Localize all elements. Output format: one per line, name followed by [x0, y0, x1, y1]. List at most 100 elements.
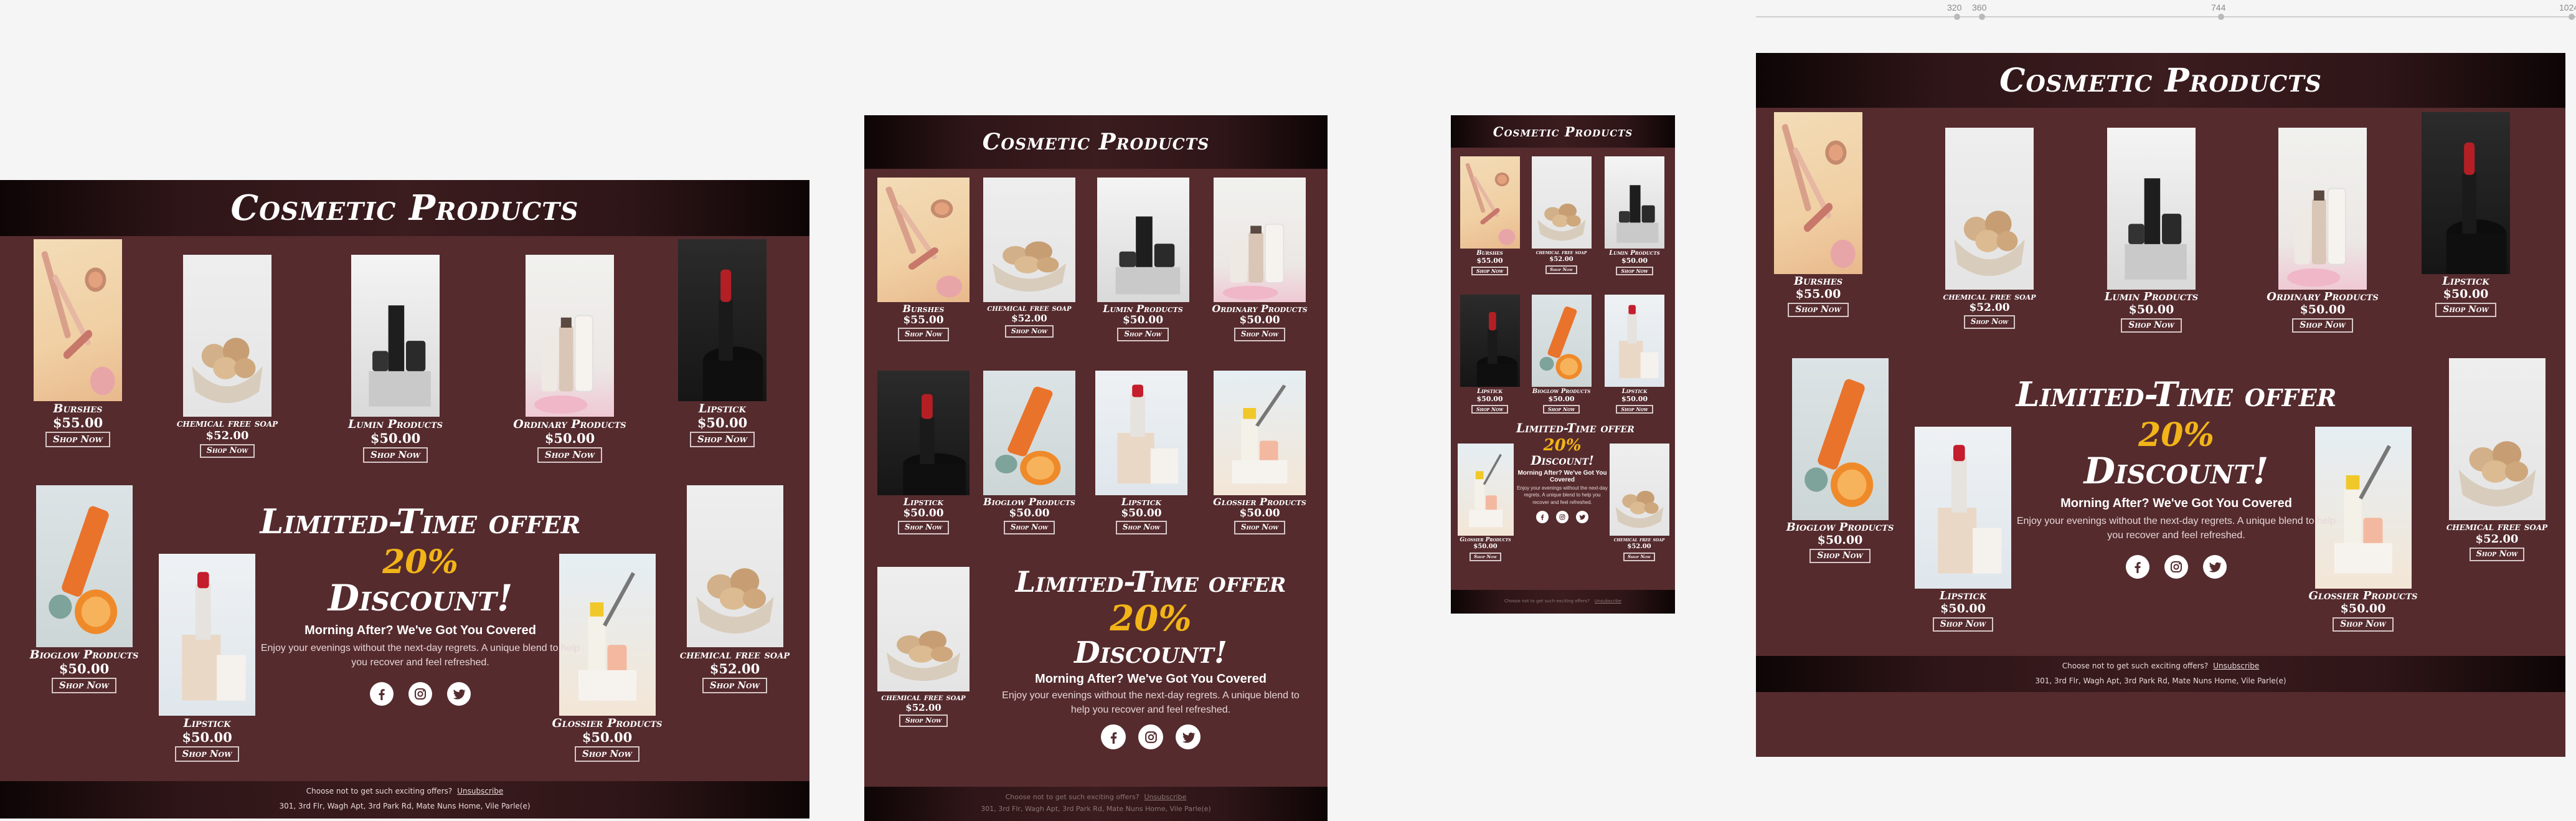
shop-now-button[interactable]: Shop Now: [199, 444, 255, 458]
preview-laptop: Cosmetic Products Choose not to get such…: [1756, 53, 2565, 757]
shop-now-button[interactable]: Shop Now: [174, 746, 240, 762]
product-image[interactable]: [1095, 371, 1187, 495]
product-image[interactable]: [1605, 156, 1664, 249]
product-card: Glossier Products $50.00 Shop Now: [1207, 371, 1313, 534]
shop-now-button[interactable]: Shop Now: [1932, 617, 1994, 632]
product-image[interactable]: [1791, 358, 1889, 520]
promo-subtitle: Morning After? We've Got You Covered: [1517, 470, 1607, 484]
unsubscribe-link[interactable]: Unsubscribe: [2213, 662, 2259, 670]
product-image[interactable]: [983, 178, 1075, 302]
product-image[interactable]: [2278, 128, 2367, 290]
product-image[interactable]: [1460, 295, 1520, 387]
shop-now-button[interactable]: Shop Now: [1471, 266, 1509, 276]
promo-percent: 20%: [382, 543, 458, 581]
product-image[interactable]: [1531, 156, 1592, 249]
product-image[interactable]: [526, 255, 614, 417]
facebook-icon[interactable]: [370, 681, 394, 706]
shop-now-button[interactable]: Shop Now: [1545, 265, 1577, 275]
facebook-icon[interactable]: [1101, 724, 1126, 750]
instagram-icon[interactable]: [1138, 724, 1163, 750]
shop-now-button[interactable]: Shop Now: [1004, 325, 1054, 338]
product-image[interactable]: [2448, 358, 2545, 520]
shop-now-button[interactable]: Shop Now: [1616, 404, 1653, 414]
product-image[interactable]: [35, 485, 133, 647]
product-name: Lipstick: [1477, 388, 1503, 395]
shop-now-button[interactable]: Shop Now: [1788, 302, 1849, 318]
shop-now-button[interactable]: Shop Now: [1963, 315, 2016, 329]
page-title: Cosmetic Products: [982, 129, 1210, 155]
shop-now-button[interactable]: Shop Now: [1003, 521, 1055, 534]
shop-now-button[interactable]: Shop Now: [575, 746, 639, 762]
product-image[interactable]: [1097, 178, 1189, 302]
instagram-icon[interactable]: [2164, 554, 2188, 579]
product-image[interactable]: [877, 371, 970, 495]
ruler-handle-360[interactable]: [1979, 14, 1985, 20]
shop-now-button[interactable]: Shop Now: [690, 432, 755, 447]
site-footer: Choose not to get such exciting offers? U…: [864, 787, 1328, 821]
twitter-icon[interactable]: [1176, 724, 1201, 750]
shop-now-button[interactable]: Shop Now: [897, 521, 950, 534]
product-image[interactable]: [1531, 295, 1592, 387]
product-image[interactable]: [1457, 444, 1514, 536]
shop-now-button[interactable]: Shop Now: [1234, 521, 1286, 534]
social-links: [983, 724, 1319, 750]
product-name: chemical free soap: [2446, 521, 2548, 533]
product-image[interactable]: [678, 239, 767, 401]
product-image[interactable]: [983, 371, 1075, 495]
ruler-handle-744[interactable]: [2218, 14, 2224, 20]
facebook-icon[interactable]: [2126, 554, 2149, 579]
product-image[interactable]: [34, 239, 122, 401]
product-image[interactable]: [877, 567, 970, 691]
product-image[interactable]: [183, 255, 271, 417]
product-image[interactable]: [877, 178, 970, 302]
shop-now-button[interactable]: Shop Now: [2292, 318, 2353, 333]
product-name: chemical free soap: [1536, 250, 1587, 256]
shop-now-button[interactable]: Shop Now: [1542, 404, 1580, 414]
ruler-handle-320[interactable]: [1954, 14, 1960, 20]
product-image[interactable]: [1214, 371, 1306, 495]
twitter-icon[interactable]: [2203, 554, 2227, 579]
shop-now-button[interactable]: Shop Now: [45, 432, 110, 447]
shop-now-button[interactable]: Shop Now: [1470, 553, 1501, 562]
product-image[interactable]: [1609, 444, 1669, 536]
shop-now-button[interactable]: Shop Now: [1115, 521, 1168, 534]
unsubscribe-link[interactable]: Unsubscribe: [1144, 793, 1187, 801]
shop-now-button[interactable]: Shop Now: [1234, 328, 1286, 341]
shop-now-button[interactable]: Shop Now: [899, 714, 948, 728]
shop-now-button[interactable]: Shop Now: [363, 447, 428, 463]
facebook-icon[interactable]: [1536, 510, 1549, 523]
shop-now-button[interactable]: Shop Now: [897, 328, 950, 341]
product-price: $55.00: [52, 414, 103, 430]
product-image[interactable]: [1460, 156, 1520, 249]
twitter-icon[interactable]: [447, 681, 471, 706]
product-image[interactable]: [2422, 112, 2510, 274]
shop-now-button[interactable]: Shop Now: [2435, 302, 2496, 318]
unsubscribe-link[interactable]: Unsubscribe: [457, 787, 503, 795]
shop-now-button[interactable]: Shop Now: [2333, 617, 2394, 632]
shop-now-button[interactable]: Shop Now: [2469, 547, 2525, 561]
shop-now-button[interactable]: Shop Now: [537, 447, 602, 463]
product-image[interactable]: [2107, 128, 2196, 290]
twitter-icon[interactable]: [1576, 510, 1588, 523]
product-image[interactable]: [686, 485, 783, 647]
product-image[interactable]: [1945, 128, 2034, 290]
product-image[interactable]: [1605, 295, 1664, 387]
product-price: $52.00: [1011, 312, 1047, 324]
shop-now-button[interactable]: Shop Now: [1616, 266, 1653, 276]
shop-now-button[interactable]: Shop Now: [1471, 404, 1509, 414]
product-image[interactable]: [1214, 178, 1306, 302]
unsubscribe-link[interactable]: Unsubscribe: [1595, 599, 1621, 604]
shop-now-button[interactable]: Shop Now: [1623, 553, 1655, 562]
instagram-icon[interactable]: [408, 681, 432, 706]
shop-now-button[interactable]: Shop Now: [702, 678, 767, 693]
product-price: $50.00: [59, 660, 110, 676]
shop-now-button[interactable]: Shop Now: [2121, 318, 2182, 333]
product-image[interactable]: [351, 255, 440, 417]
shop-now-button[interactable]: Shop Now: [52, 678, 116, 693]
shop-now-button[interactable]: Shop Now: [1809, 548, 1871, 564]
product-image[interactable]: [1774, 112, 1862, 274]
shop-now-button[interactable]: Shop Now: [1117, 328, 1169, 341]
instagram-icon[interactable]: [1556, 510, 1569, 523]
ruler-handle-1024[interactable]: [2569, 14, 2575, 20]
product-price: $52.00: [709, 660, 760, 676]
